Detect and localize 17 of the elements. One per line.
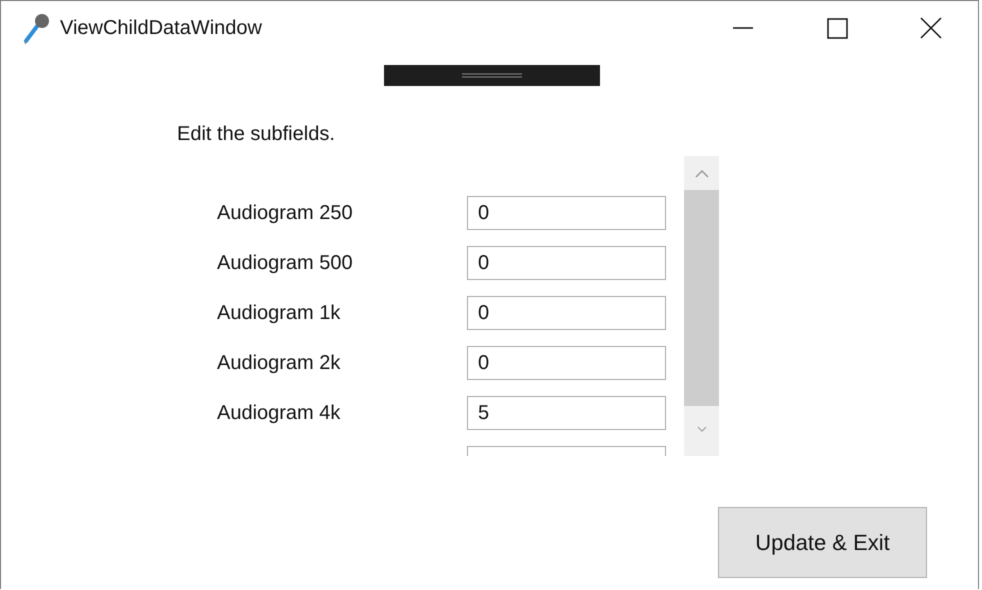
instruction-text: Edit the subfields.: [177, 123, 335, 145]
field-label: Audiogram 4k: [217, 401, 342, 426]
input-field[interactable]: 0: [467, 196, 666, 230]
drag-handle[interactable]: [384, 65, 600, 86]
field-label: Audiogram 1k: [217, 301, 342, 326]
field-label: Audiogram 2k: [217, 351, 342, 376]
input-field[interactable]: 5: [467, 396, 666, 430]
field-label: Audiogram 500: [217, 251, 354, 276]
window-title: ViewChildDataWindow: [60, 16, 263, 40]
microphone-icon: [22, 12, 52, 44]
scroll-thumb[interactable]: [684, 190, 719, 406]
field-label: Audiogram 250: [217, 201, 354, 226]
input-field[interactable]: 0: [467, 346, 666, 380]
update-exit-button[interactable]: Update & Exit: [718, 507, 927, 578]
input-field[interactable]: 0: [467, 246, 666, 280]
scrollbar[interactable]: [684, 156, 719, 456]
input-field[interactable]: 0: [467, 296, 666, 330]
